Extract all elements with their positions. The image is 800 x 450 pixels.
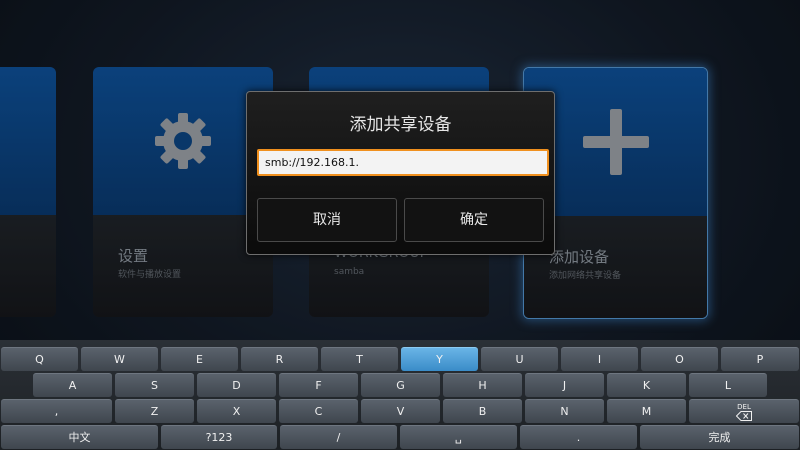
- backspace-icon: [736, 411, 752, 421]
- key-x[interactable]: X: [197, 399, 276, 423]
- key-j[interactable]: J: [525, 373, 604, 397]
- key-e[interactable]: E: [161, 347, 238, 371]
- key-d[interactable]: D: [197, 373, 276, 397]
- key-language[interactable]: 中文: [1, 425, 158, 449]
- key-i[interactable]: I: [561, 347, 638, 371]
- key-done[interactable]: 完成: [640, 425, 799, 449]
- key-v[interactable]: V: [361, 399, 440, 423]
- key-slash[interactable]: /: [280, 425, 397, 449]
- key-p[interactable]: P: [721, 347, 799, 371]
- cancel-button[interactable]: 取消: [257, 198, 397, 242]
- key-z[interactable]: Z: [115, 399, 194, 423]
- key-a[interactable]: A: [33, 373, 112, 397]
- key-period[interactable]: .: [520, 425, 637, 449]
- key-b[interactable]: B: [443, 399, 522, 423]
- del-label: DEL: [737, 403, 751, 411]
- key-delete[interactable]: DEL: [689, 399, 799, 423]
- add-share-dialog: 添加共享设备 smb://192.168.1. 取消 确定: [246, 91, 555, 255]
- key-f[interactable]: F: [279, 373, 358, 397]
- key-k[interactable]: K: [607, 373, 686, 397]
- key-s[interactable]: S: [115, 373, 194, 397]
- key-q[interactable]: Q: [1, 347, 78, 371]
- key-space[interactable]: ␣: [400, 425, 517, 449]
- key-u[interactable]: U: [481, 347, 558, 371]
- key-w[interactable]: W: [81, 347, 158, 371]
- key-comma[interactable]: ,: [1, 399, 112, 423]
- key-n[interactable]: N: [525, 399, 604, 423]
- key-c[interactable]: C: [279, 399, 358, 423]
- key-y[interactable]: Y: [401, 347, 478, 371]
- key-h[interactable]: H: [443, 373, 522, 397]
- key-l[interactable]: L: [689, 373, 767, 397]
- key-m[interactable]: M: [607, 399, 686, 423]
- share-address-input[interactable]: smb://192.168.1.: [257, 149, 549, 176]
- onscreen-keyboard: Q W E R T Y U I O P A S D F G H J K L , …: [0, 340, 800, 450]
- key-g[interactable]: G: [361, 373, 440, 397]
- key-o[interactable]: O: [641, 347, 718, 371]
- key-r[interactable]: R: [241, 347, 318, 371]
- ok-button[interactable]: 确定: [404, 198, 544, 242]
- dialog-title: 添加共享设备: [349, 115, 452, 135]
- key-symbols[interactable]: ?123: [161, 425, 277, 449]
- key-t[interactable]: T: [321, 347, 398, 371]
